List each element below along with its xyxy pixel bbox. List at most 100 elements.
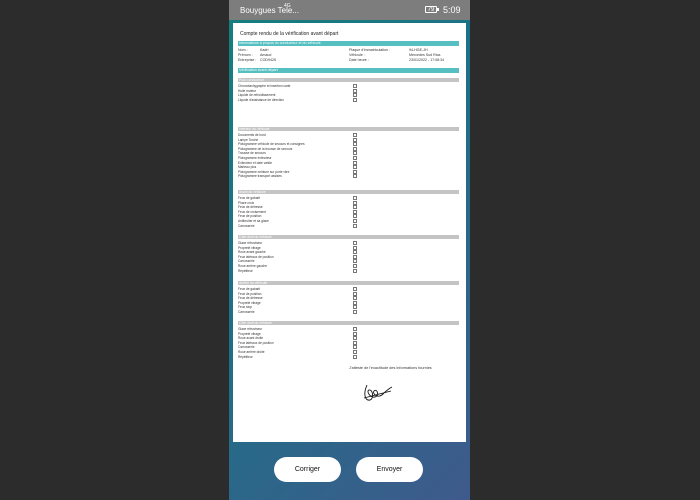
checklist-item-label: Feux latéraux de position (238, 254, 274, 259)
checklist-checkbox[interactable] (353, 250, 357, 255)
checklist-checkbox[interactable] (353, 97, 357, 102)
checklist-row: Feux de détresse (238, 296, 459, 301)
checklist-checkbox[interactable] (353, 296, 357, 301)
checklist-item-label: Roue avant droite (238, 336, 264, 341)
checklist-checkbox[interactable] (353, 331, 357, 336)
checklist-checkbox[interactable] (353, 336, 357, 341)
checklist-item-label: Trousse de secours (238, 151, 266, 156)
checklist-item-label: Carrosserie (238, 223, 255, 228)
checklist-item-label: Pictogramme extincteur (238, 156, 272, 160)
checklist-checkbox[interactable] (353, 245, 357, 250)
checklist-checkbox[interactable] (353, 214, 357, 219)
checklist-row: Feux de gabarit (238, 287, 459, 291)
checklist-row: Carrosserie (238, 259, 459, 264)
checklist-item-label: Chronotachygraphe et insertion carte (238, 84, 291, 88)
checklist-item-label: Répétiteur (238, 268, 253, 273)
section-header: Arrière du véhicule (238, 281, 459, 285)
checklist-checkbox[interactable] (353, 241, 357, 245)
checklist-checkbox[interactable] (353, 259, 357, 264)
checklist-checkbox[interactable] (353, 160, 357, 165)
corriger-button[interactable]: Corriger (274, 457, 341, 482)
section-header: Côté droit du véhicule (238, 321, 459, 325)
checklist-checkbox[interactable] (353, 254, 357, 259)
checklist-row: Antibruiter et sa glace (238, 219, 459, 223)
checklist-item-label: Glace rétroviseur (238, 327, 263, 331)
checklist-checkbox[interactable] (353, 165, 357, 170)
checklist-checkbox[interactable] (353, 354, 357, 359)
checklist-checkbox[interactable] (353, 310, 357, 314)
checklist-row: Roue avant gauche (238, 250, 459, 255)
checklist-checkbox[interactable] (353, 146, 357, 151)
checklist-item-label: Carrosserie (238, 259, 255, 264)
checklist-checkbox[interactable] (353, 151, 357, 156)
checklist-checkbox[interactable] (353, 300, 357, 305)
envoyer-button[interactable]: Envoyer (356, 457, 423, 482)
nom-label: Nom : (238, 48, 248, 52)
checklist-item-label: Feux de position (238, 214, 262, 219)
checklist-checkbox[interactable] (353, 205, 357, 210)
checklist-checkbox[interactable] (353, 209, 357, 214)
checklist-checkbox[interactable] (353, 133, 357, 137)
checklist-row: Liquide de refroidissement (238, 93, 459, 98)
checklist-row: Propreté vitrage (238, 300, 459, 305)
checklist-row: Feux stop (238, 305, 459, 310)
checklist-item-label: Feux stop (238, 305, 252, 310)
checklist-checkbox[interactable] (353, 340, 357, 345)
checklist-row: Feux de détresse (238, 205, 459, 210)
checklist-row: Répétiteur (238, 354, 459, 359)
checklist-item-label: Pictogramme véhicule de secours et consi… (238, 142, 305, 147)
checklist-checkbox[interactable] (353, 169, 357, 174)
checklist-item-label: Roue avant gauche (238, 250, 266, 255)
checklist-row: Carrosserie (238, 345, 459, 350)
checklist-checkbox[interactable] (353, 137, 357, 142)
checklist-checkbox[interactable] (353, 223, 357, 228)
checklist-item-label: Pictogramme de la trousse de secours (238, 146, 293, 151)
checklist-checkbox[interactable] (353, 350, 357, 354)
checklist-item-label: Pictogramme ceinture sur porte vitre (238, 169, 290, 174)
checklist-checkbox[interactable] (353, 174, 357, 179)
checklist-row: Pictogramme extincteur (238, 156, 459, 160)
vehicule-value: Mercedes Sud Rica (409, 53, 441, 57)
checklist-row: Glace rétroviseur (238, 241, 459, 245)
checklist-row: Feux latéraux de position (238, 254, 459, 259)
checklist-row: Huile moteur (238, 88, 459, 93)
checklist-checkbox[interactable] (353, 305, 357, 310)
checklist-item-label: Feux de détresse (238, 296, 263, 301)
checklist-checkbox[interactable] (353, 264, 357, 268)
checklist-checkbox[interactable] (353, 219, 357, 223)
checklist-item-label: Roue arrière gauche (238, 264, 268, 268)
checklist-checkbox[interactable] (353, 345, 357, 350)
checklist-row: Documents de bord (238, 133, 459, 137)
checklist-item-label: Documents de bord (238, 133, 266, 137)
checklist-row: Trousse de secours (238, 151, 459, 156)
checklist-checkbox[interactable] (353, 196, 357, 200)
driver-section-header: Informations à propos du conducteur et d… (238, 41, 459, 46)
checklist-checkbox[interactable] (353, 268, 357, 273)
nom-value: Kadri (260, 48, 269, 52)
checklist-checkbox[interactable] (353, 287, 357, 291)
checklist-item-label: Marteau pics (238, 165, 257, 170)
report-title: Compte rendu de la vérification avant dé… (240, 31, 339, 37)
checklist-row: Pictogramme véhicule de secours et consi… (238, 142, 459, 147)
checklist-row: Carrosserie (238, 223, 459, 228)
battery-icon: 79 (425, 6, 437, 13)
report-document[interactable]: Compte rendu de la vérification avant dé… (233, 23, 466, 442)
checklist-item-label: Feux de détresse (238, 205, 263, 210)
checklist-checkbox[interactable] (353, 200, 357, 205)
checklist-checkbox[interactable] (353, 142, 357, 147)
checklist-checkbox[interactable] (353, 291, 357, 296)
checklist-checkbox[interactable] (353, 327, 357, 331)
checklist-checkbox[interactable] (353, 84, 357, 88)
checklist-item-label: Feux de position (238, 291, 262, 296)
checklist-row: Répétiteur (238, 268, 459, 273)
checklist-item-label: Roue arrière droite (238, 350, 265, 354)
checklist-item-label: Pictogramme transport assises (238, 174, 282, 179)
checklist-item-label: Phare croix (238, 200, 255, 205)
checklist-checkbox[interactable] (353, 156, 357, 160)
checklist-checkbox[interactable] (353, 88, 357, 93)
verification-header: Vérification avant départ (238, 68, 459, 73)
checklist-checkbox[interactable] (353, 93, 357, 98)
checklist-row: Feux de position (238, 291, 459, 296)
checklist-row: Roue arrière droite (238, 350, 459, 354)
status-bar: Bouygues Tele... 4G 79 5:09 (229, 0, 470, 20)
